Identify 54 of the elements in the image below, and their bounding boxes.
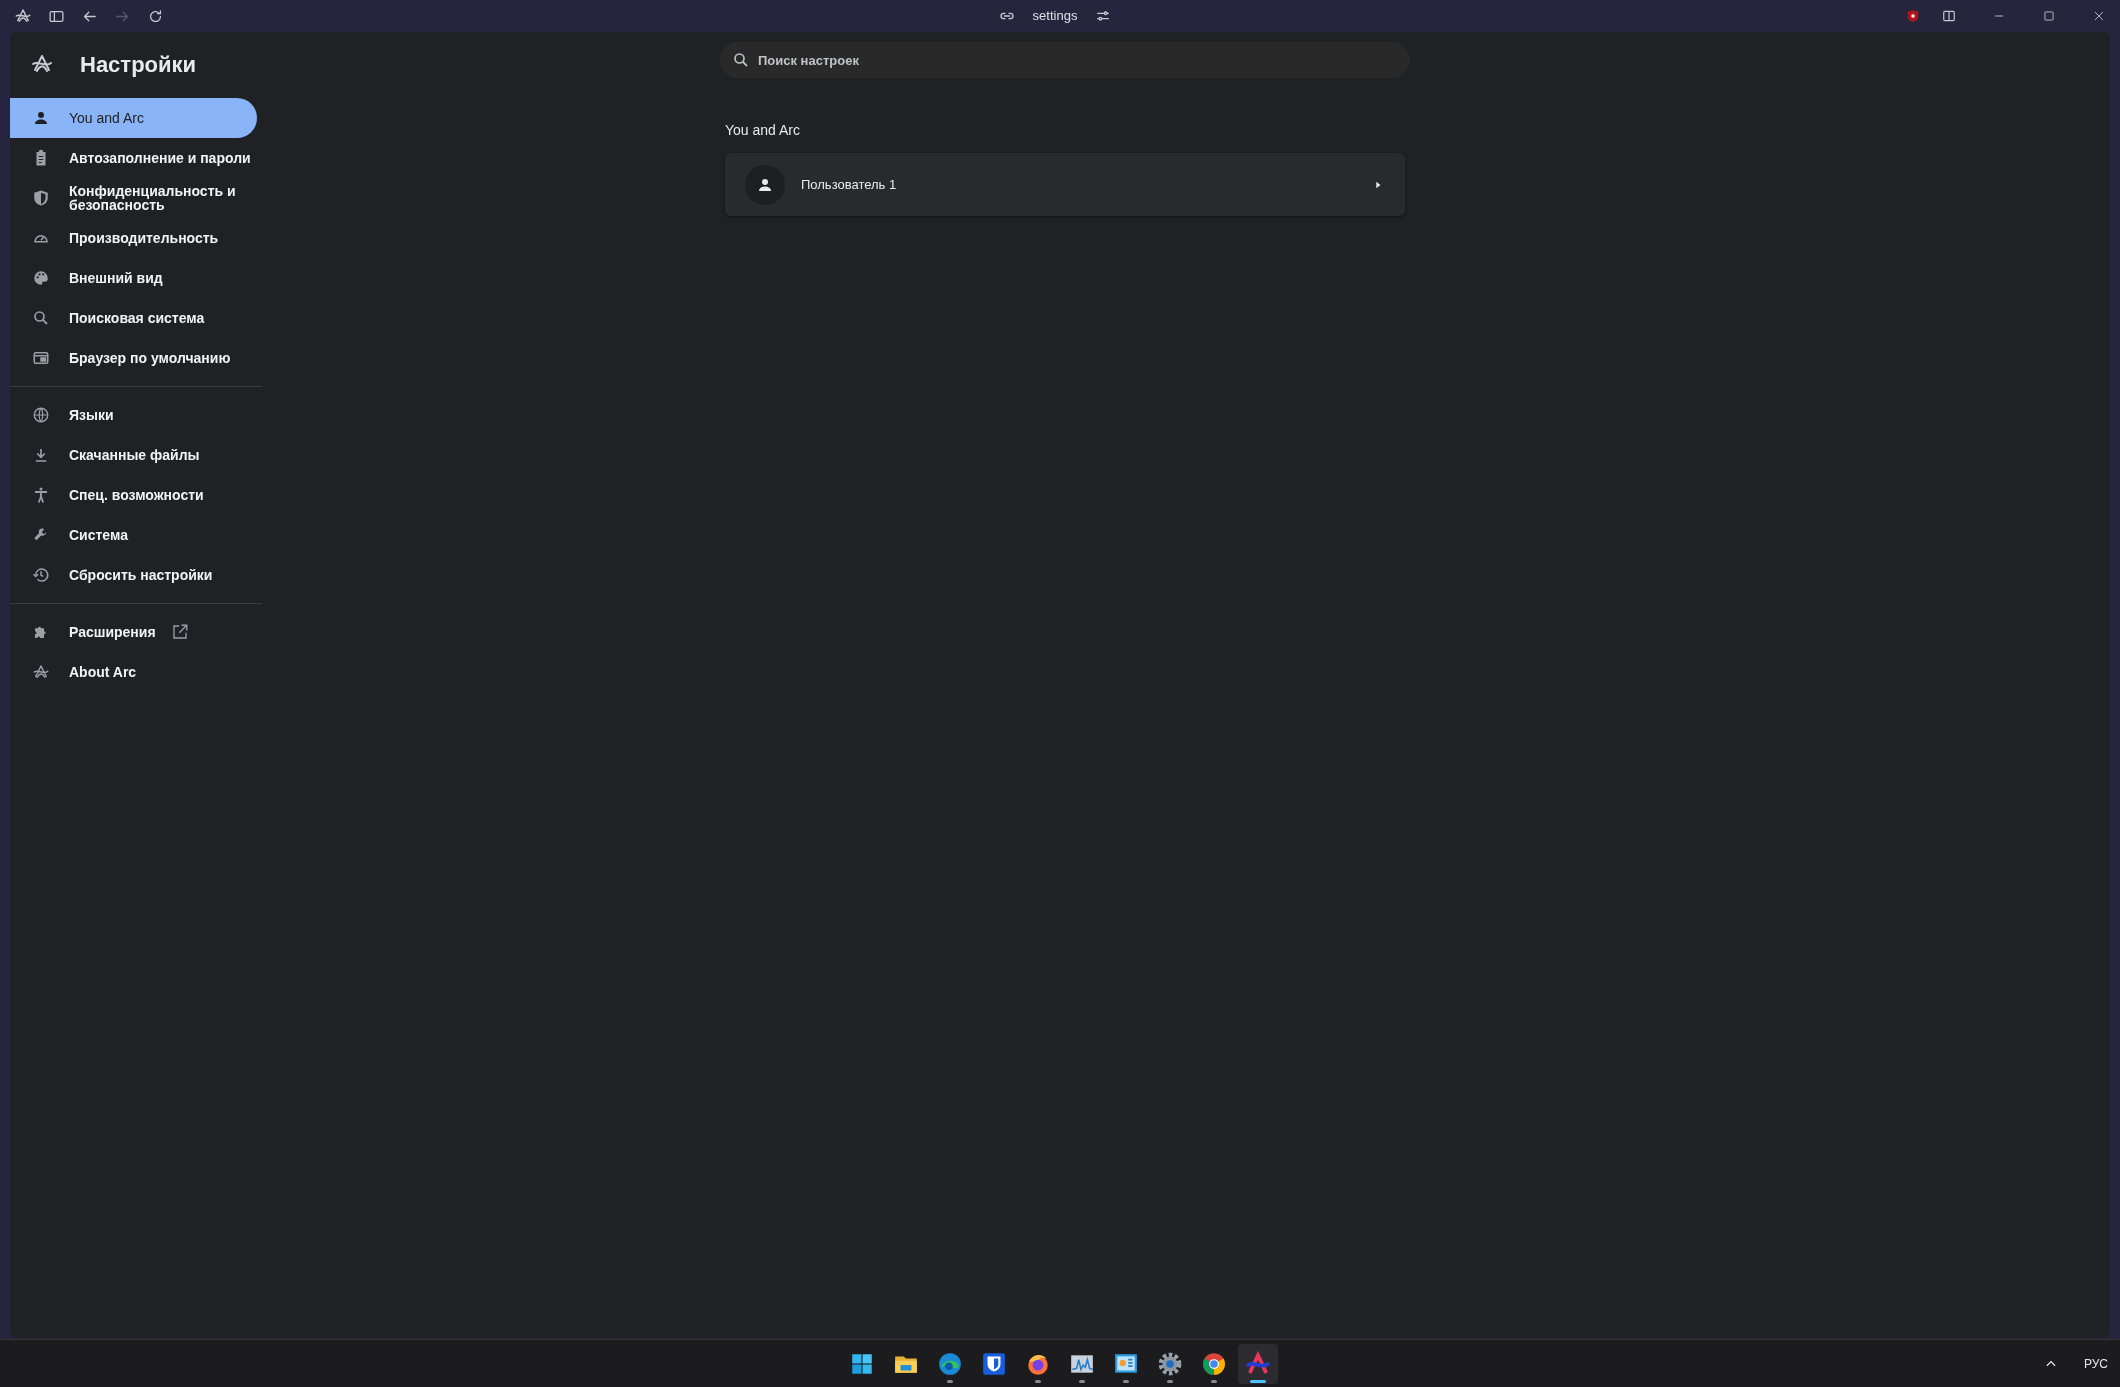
address-text[interactable]: settings	[1032, 6, 1078, 26]
sliders-icon[interactable]	[1095, 8, 1112, 24]
language-indicator[interactable]: РУС	[2083, 1354, 2108, 1373]
search-icon	[732, 51, 750, 69]
avatar-icon	[745, 164, 785, 205]
sidebar-item[interactable]: You and Arc	[10, 98, 257, 138]
running-indicator	[1167, 1379, 1173, 1383]
accessibility-icon	[32, 486, 50, 504]
running-indicator	[1123, 1379, 1129, 1383]
maximize-icon[interactable]	[2042, 9, 2056, 23]
sidebar-item[interactable]: Сбросить настройки	[10, 555, 257, 595]
profile-row[interactable]: Пользователь 1	[725, 153, 1405, 216]
sidebar-item[interactable]: Внешний вид	[10, 258, 257, 298]
sidebar-item[interactable]: Спец. возможности	[10, 475, 257, 515]
sidebar-item[interactable]: Конфиденциальность и безопасность	[10, 178, 257, 218]
arc-logo-icon	[32, 663, 50, 681]
sidebar-item[interactable]: About Arc	[10, 652, 257, 692]
shield-app-icon	[981, 1350, 1007, 1377]
reload-button[interactable]	[147, 7, 164, 25]
browser-window-icon	[32, 349, 50, 367]
gear-icon	[1157, 1350, 1183, 1377]
sidebar-item[interactable]: Языки	[10, 395, 257, 435]
profile-name: Пользователь 1	[801, 175, 898, 194]
sidebar-item[interactable]: Скачанные файлы	[10, 435, 257, 475]
sidebar-item[interactable]: Расширения	[10, 612, 257, 652]
section-heading: You and Arc	[725, 121, 801, 140]
sidebar-item[interactable]: Браузер по умолчанию	[10, 338, 257, 378]
history-icon	[32, 566, 50, 584]
sidebar-item[interactable]: Автозаполнение и пароли	[10, 138, 257, 178]
edge-icon	[937, 1350, 963, 1377]
globe-icon	[32, 406, 50, 424]
search-field[interactable]: Поиск настроек	[720, 42, 1410, 78]
running-indicator	[1211, 1379, 1217, 1383]
shield-extension-icon[interactable]	[1906, 9, 1920, 23]
reload-icon	[147, 7, 164, 25]
taskbar-app[interactable]	[1238, 1343, 1278, 1384]
sidebar-item[interactable]: Поисковая система	[10, 298, 257, 338]
split-view-icon[interactable]	[1942, 9, 1956, 23]
person-icon	[32, 109, 50, 127]
sidebar-item[interactable]: Производительность	[10, 218, 257, 258]
page-title: Настройки	[80, 50, 197, 79]
shield-icon	[32, 189, 50, 207]
running-indicator	[1250, 1379, 1266, 1383]
arc-app-icon	[1245, 1350, 1271, 1377]
arc-logo-icon[interactable]	[14, 7, 32, 25]
running-indicator	[1079, 1379, 1085, 1383]
running-indicator	[1035, 1379, 1041, 1383]
chrome-icon	[1201, 1350, 1227, 1377]
running-indicator	[947, 1379, 953, 1383]
chevron-right-icon	[1373, 179, 1383, 190]
palette-icon	[32, 269, 50, 287]
close-icon[interactable]	[2092, 9, 2106, 23]
search-icon	[32, 309, 50, 327]
sidebar-item[interactable]: Система	[10, 515, 257, 555]
